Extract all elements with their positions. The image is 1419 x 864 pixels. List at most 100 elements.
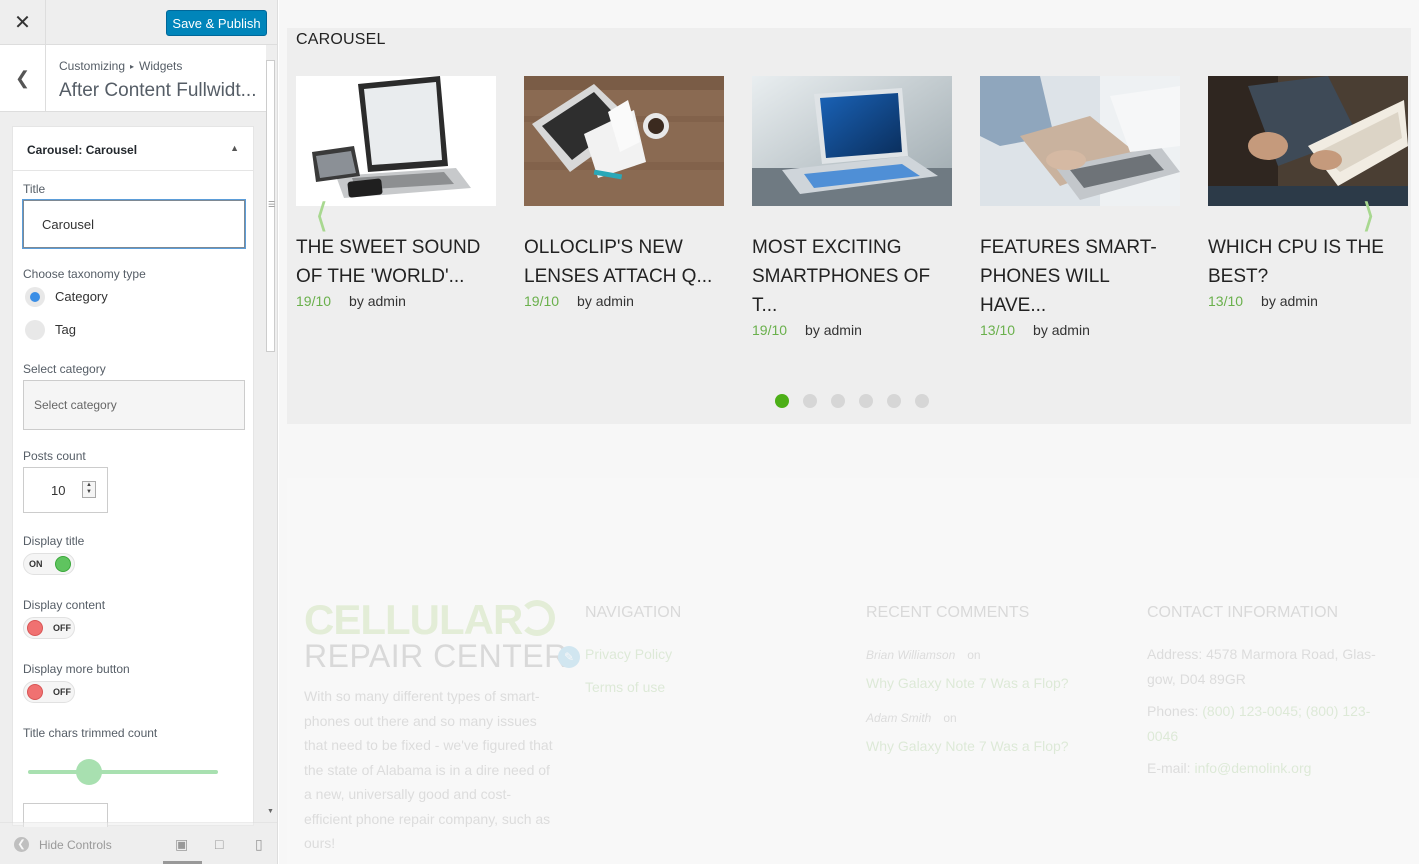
post-date: 13/10 (980, 322, 1016, 338)
post-author: by admin (577, 293, 634, 309)
toggle-knob (27, 620, 43, 636)
display-content-label: Display content (23, 598, 106, 612)
radio-category[interactable] (25, 287, 45, 307)
display-more-label: Display more button (23, 662, 130, 676)
post-date: 13/10 (1208, 293, 1244, 309)
post-title[interactable]: THE SWEET SOUND OF THE 'WORLD'... (296, 233, 496, 291)
post-title-line: T... (752, 295, 778, 316)
category-label: Select category (23, 362, 106, 376)
breadcrumb-child: Widgets (139, 59, 183, 73)
trim-slider-thumb[interactable] (76, 759, 102, 785)
hide-controls-icon[interactable]: ❮ (14, 837, 29, 852)
scroll-down-icon[interactable]: ▼ (267, 808, 274, 815)
display-title-label: Display title (23, 534, 85, 548)
carousel-dot[interactable] (775, 394, 789, 408)
carousel-card[interactable]: FEATURES SMART- PHONES WILL HAVE... 13/1… (980, 76, 1180, 340)
posts-count-label: Posts count (23, 449, 86, 463)
trim-count-label: Title chars trimmed count (23, 726, 158, 740)
carousel-section: CAROUSEL THE SWEET SOUND OF THE 'WORLD'.… (287, 28, 1411, 424)
number-spinner-icon[interactable]: ▲ ▼ (82, 481, 96, 498)
post-title[interactable]: FEATURES SMART- PHONES WILL HAVE... (980, 233, 1180, 320)
radio-category-label: Category (55, 289, 108, 304)
post-title-line: BEST? (1208, 266, 1269, 287)
contact-phones: Phones: (800) 123-0045; (800) 123-0046 (1147, 703, 1371, 744)
post-title-line: OF THE 'WORLD'... (296, 266, 465, 287)
contact-address: Address: 4578 Marmora Road, Glas-gow, D0… (1147, 646, 1376, 687)
collapse-arrow-icon[interactable]: ▲ (230, 143, 239, 153)
radio-tag[interactable] (25, 320, 45, 340)
post-title[interactable]: WHICH CPU IS THE BEST? (1208, 233, 1408, 291)
carousel-card[interactable]: OLLOCLIP'S NEW LENSES ATTACH Q... 19/10 b… (524, 76, 724, 311)
carousel-heading: CAROUSEL (296, 31, 386, 48)
post-date: 19/10 (524, 293, 560, 309)
widget-header[interactable]: Carousel: Carousel ▲ (13, 127, 253, 171)
post-thumbnail[interactable] (296, 76, 496, 206)
post-title[interactable]: OLLOCLIP'S NEW LENSES ATTACH Q... (524, 233, 724, 291)
post-thumbnail[interactable] (980, 76, 1180, 206)
desktop-icon[interactable]: ▣ (175, 836, 188, 853)
widget-title-name: Carousel (85, 143, 138, 157)
post-author: by admin (1261, 293, 1318, 309)
post-title-line: MOST EXCITING (752, 237, 902, 258)
contact-email: E-mail: info@demolink.org (1147, 760, 1312, 776)
footer-nav-link[interactable]: Terms of use (585, 679, 665, 695)
display-content-toggle[interactable]: OFF (23, 617, 75, 639)
post-meta: 19/10 by admin (524, 291, 724, 311)
footer-nav-link[interactable]: Privacy Policy (585, 646, 672, 662)
post-meta: 19/10 by admin (752, 320, 952, 340)
post-title-line: WHICH CPU IS THE (1208, 237, 1384, 258)
toggle-knob (55, 556, 71, 572)
footer-contact-info: Address: 4578 Marmora Road, Glas-gow, D0… (1147, 642, 1387, 789)
carousel-dot[interactable] (859, 394, 873, 408)
post-date: 19/10 (752, 322, 788, 338)
post-title-line: OLLOCLIP'S NEW (524, 237, 683, 258)
customizer-sidebar: ✕ Save & Publish ❮ Customizing ▸ Widgets A… (0, 0, 278, 864)
carousel-dot[interactable] (803, 394, 817, 408)
carousel-card[interactable]: THE SWEET SOUND OF THE 'WORLD'... 19/10 b… (296, 76, 496, 311)
footer-about-text: With so many different types of smart-ph… (304, 688, 553, 851)
hide-controls-button[interactable]: Hide Controls (39, 838, 112, 852)
post-thumbnail[interactable] (524, 76, 724, 206)
section-header: ❮ Customizing ▸ Widgets After Content Full… (0, 45, 266, 112)
post-meta: 13/10 by admin (980, 320, 1180, 340)
comment-post-link[interactable]: Why Galaxy Note 7 Was a Flop? (866, 675, 1069, 691)
post-thumbnail[interactable] (1208, 76, 1408, 206)
section-title: After Content Fullwidt... (59, 80, 257, 101)
display-more-toggle[interactable]: OFF (23, 681, 75, 703)
post-title[interactable]: MOST EXCITING SMARTPHONES OF T... (752, 233, 952, 320)
carousel-next-icon[interactable]: ⟩ (1362, 196, 1375, 236)
carousel-widget-panel: Carousel: Carousel ▲ Title Carousel Choo… (12, 126, 254, 827)
carousel-dot[interactable] (831, 394, 845, 408)
trim-slider-track[interactable] (28, 770, 218, 774)
customizer-header: ✕ Save & Publish (0, 0, 277, 45)
customizer-footer: ❮ Hide Controls ▣ □ ▯ (0, 822, 277, 864)
title-label: Title (23, 182, 46, 196)
carousel-dot[interactable] (887, 394, 901, 408)
carousel-card[interactable]: WHICH CPU IS THE BEST? 13/10 by admin (1208, 76, 1408, 311)
title-input[interactable]: Carousel (23, 200, 245, 248)
posts-count-input[interactable]: 10 ▲ ▼ (23, 467, 108, 513)
close-icon[interactable]: ✕ (0, 0, 46, 45)
post-thumbnail[interactable] (752, 76, 952, 206)
comment-post-link[interactable]: Why Galaxy Note 7 Was a Flop? (866, 738, 1069, 754)
site-footer: CELLULAR REPAIR CENTER With so many diff… (287, 478, 1419, 864)
site-logo[interactable]: CELLULAR (304, 596, 523, 644)
category-select[interactable]: Select category (23, 380, 245, 430)
tablet-icon[interactable]: □ (215, 836, 223, 852)
post-author: by admin (1033, 322, 1090, 338)
post-title-line: SMARTPHONES OF (752, 266, 931, 287)
posts-count-value: 10 (51, 483, 66, 498)
carousel-prev-icon[interactable]: ⟨ (315, 196, 328, 236)
carousel-dot[interactable] (915, 394, 929, 408)
mobile-icon[interactable]: ▯ (255, 836, 263, 853)
post-date: 19/10 (296, 293, 332, 309)
edit-pencil-icon[interactable]: ✎ (558, 646, 580, 668)
display-title-toggle[interactable]: ON (23, 553, 75, 575)
save-publish-button[interactable]: Save & Publish (166, 10, 267, 36)
carousel-pagination (775, 394, 929, 408)
back-arrow-icon[interactable]: ❮ (0, 45, 46, 112)
site-logo-subtitle: REPAIR CENTER (304, 638, 568, 674)
logo-mark-icon (519, 600, 555, 636)
carousel-card[interactable]: MOST EXCITING SMARTPHONES OF T... 19/10 b… (752, 76, 952, 340)
toggle-state-label: OFF (53, 687, 71, 697)
